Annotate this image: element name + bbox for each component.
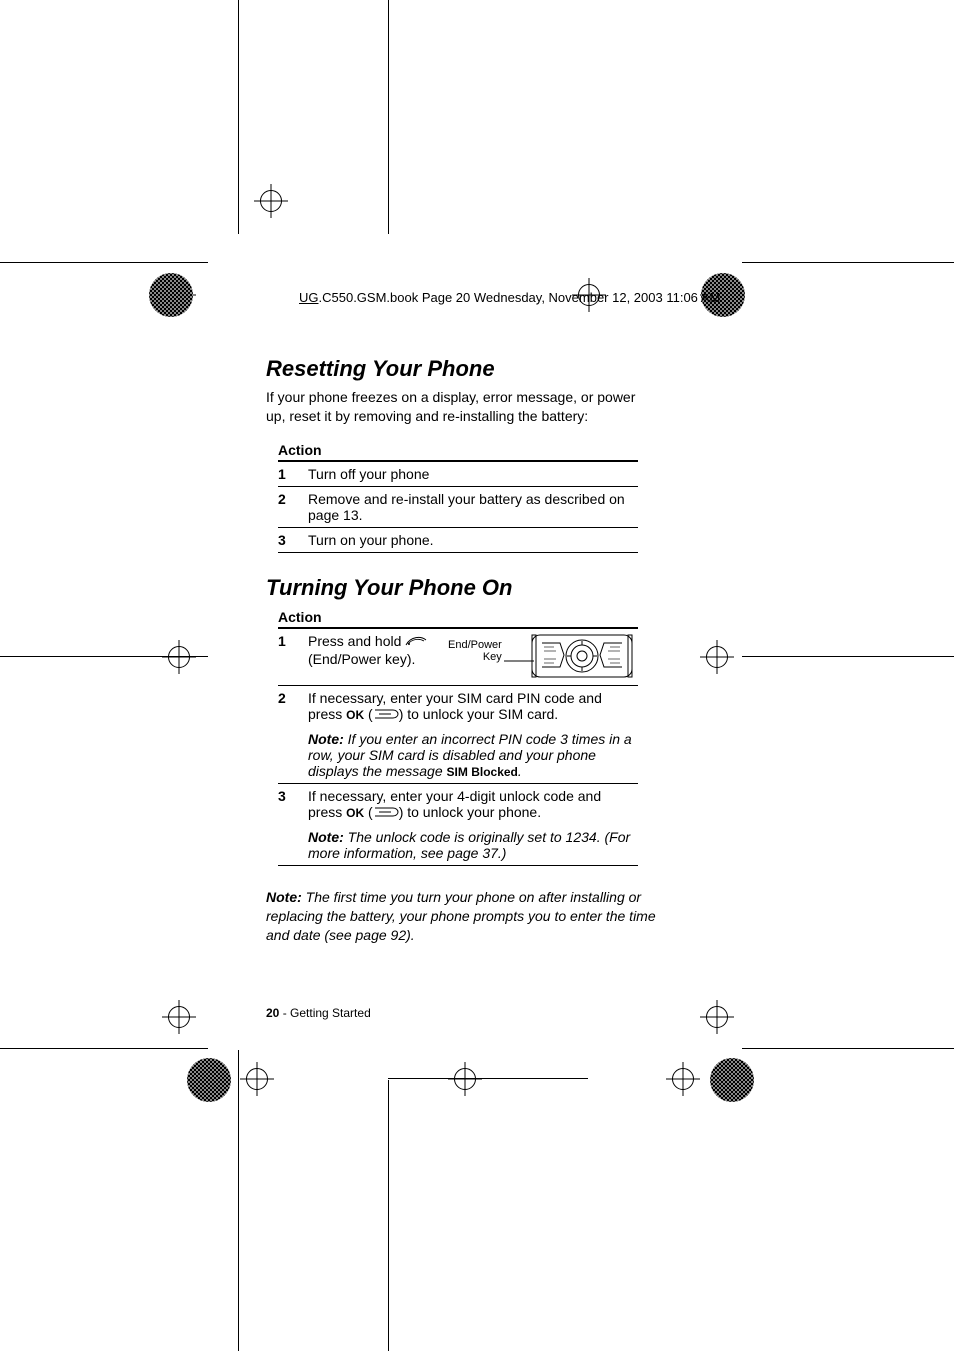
registration-mark-icon	[700, 1000, 734, 1034]
step-text: If necessary, enter your SIM card PIN co…	[308, 685, 638, 783]
crop-mark	[0, 262, 208, 263]
ok-label: OK	[346, 708, 364, 722]
page-number: 20	[266, 1006, 279, 1020]
header-filename-prefix: UG	[299, 290, 319, 305]
registration-mark-icon	[162, 640, 196, 674]
page-header: UG.C550.GSM.book Page 20 Wednesday, Nove…	[299, 290, 720, 305]
action-header: Action	[278, 607, 638, 628]
action-header: Action	[278, 440, 638, 461]
crop-mark	[742, 1048, 954, 1049]
step-text: If necessary, enter your 4-digit unlock …	[308, 784, 638, 866]
step-number: 3	[278, 527, 308, 552]
sim-blocked-text: SIM Blocked	[447, 765, 518, 779]
table-row: 3 If necessary, enter your 4-digit unloc…	[278, 784, 638, 866]
registration-mark-icon	[666, 1062, 700, 1096]
crop-mark	[238, 0, 239, 234]
step-number: 2	[278, 685, 308, 783]
step-text: Turn on your phone.	[308, 527, 638, 552]
registration-mark-icon	[700, 640, 734, 674]
registration-mark-icon	[448, 1062, 482, 1096]
end-power-key-icon	[405, 634, 427, 651]
crop-mark	[742, 656, 954, 657]
action-table-turn-on: Action 1 Press and hold (End	[278, 607, 638, 867]
table-row: 2 Remove and re-install your battery as …	[278, 486, 638, 527]
diagram-label-b: Key	[483, 651, 502, 663]
step-text: Remove and re-install your battery as de…	[308, 486, 638, 527]
color-calibration-dot-icon	[187, 1058, 231, 1102]
crop-mark	[0, 1048, 208, 1049]
registration-mark-icon	[254, 184, 288, 218]
step-number: 3	[278, 784, 308, 866]
table-row: 1 Turn off your phone	[278, 461, 638, 487]
diagram-label-a: End/Power	[448, 639, 502, 651]
color-calibration-dot-icon	[710, 1058, 754, 1102]
crop-mark	[388, 1080, 389, 1351]
note-label: Note:	[308, 829, 344, 845]
page-content: Resetting Your Phone If your phone freez…	[266, 356, 658, 959]
final-note-body: The first time you turn your phone on af…	[266, 889, 656, 943]
phone-top-diagram-icon	[504, 633, 634, 679]
table-row: 2 If necessary, enter your SIM card PIN …	[278, 685, 638, 783]
crop-mark	[388, 0, 389, 234]
crop-mark	[238, 1050, 239, 1351]
heading-resetting: Resetting Your Phone	[266, 356, 658, 382]
crop-mark	[388, 1078, 588, 1079]
final-note-label: Note:	[266, 889, 302, 905]
color-calibration-dot-icon	[149, 273, 193, 317]
header-filename-rest: .C550.GSM.book Page 20 Wednesday, Novemb…	[319, 290, 721, 305]
note-body: The unlock code is originally set to 123…	[308, 829, 630, 861]
step-number: 1	[278, 628, 308, 686]
softkey-icon	[373, 805, 399, 821]
heading-turning-on: Turning Your Phone On	[266, 575, 658, 601]
intro-resetting: If your phone freezes on a display, erro…	[266, 388, 658, 426]
page-footer: 20 - Getting Started	[266, 1006, 371, 1020]
softkey-icon	[373, 707, 399, 723]
step-number: 2	[278, 486, 308, 527]
footer-section: - Getting Started	[279, 1006, 370, 1020]
action-table-reset: Action 1 Turn off your phone 2 Remove an…	[278, 440, 638, 553]
table-row: 1 Press and hold (End/Power key).	[278, 628, 638, 686]
note-body-b: .	[518, 763, 522, 779]
step1-text-a: Press and hold	[308, 633, 405, 649]
table-row: 3 Turn on your phone.	[278, 527, 638, 552]
registration-mark-icon	[162, 1000, 196, 1034]
step1-text-b: (End/Power key).	[308, 651, 415, 667]
registration-mark-icon	[240, 1062, 274, 1096]
crop-mark	[742, 262, 954, 263]
note-label: Note:	[308, 731, 344, 747]
step3-line1-c: ) to unlock your phone.	[399, 804, 541, 820]
step-number: 1	[278, 461, 308, 487]
ok-label: OK	[346, 806, 364, 820]
step-text: Press and hold (End/Power key).	[308, 628, 638, 686]
step-text: Turn off your phone	[308, 461, 638, 487]
step2-line1-c: ) to unlock your SIM card.	[399, 706, 559, 722]
